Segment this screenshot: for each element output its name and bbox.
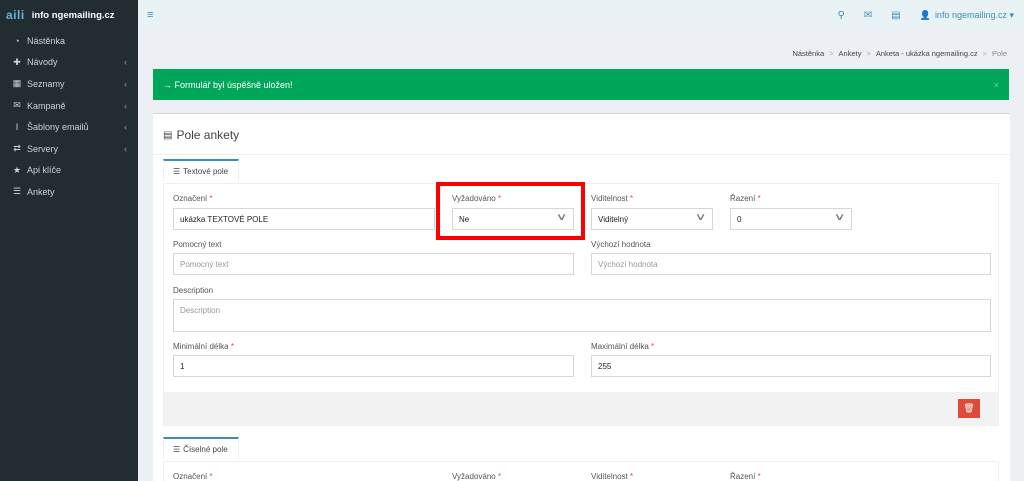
sidebar-item-label: Kampaně [27,100,66,111]
envelope-icon: ✉ [13,100,21,111]
menu-toggle-icon[interactable]: ≡ [147,9,153,21]
list-icon: ☰ [12,186,22,197]
envelope-icon[interactable]: ✉ [864,10,872,21]
alert-message: → Formulář byl úspěšně uložen! [163,79,293,90]
chevron-left-icon: ‹ [124,57,127,68]
user-icon: 👤 [919,9,931,20]
max-length-input[interactable]: 255 [591,355,991,377]
sidebar-item-label: Návody [27,57,58,68]
survey-fields-box: ▤ Pole ankety ☰ Textové pole Označení * … [153,113,1010,481]
min-length-input[interactable]: 1 [173,355,574,377]
box-title: ▤ Pole ankety [163,128,239,142]
tab-label: Číselné pole [183,444,228,454]
app-logo[interactable]: aili info ngemailing.cz [0,0,138,30]
breadcrumb-item[interactable]: Ankety [839,49,862,58]
sidebar: aili info ngemailing.cz ◔ Nástěnka ✚ Návody… [0,0,138,481]
razeni-select[interactable]: 0 ∨ [730,208,852,230]
breadcrumb-separator: > [982,49,987,58]
highlight-annotation [436,182,585,240]
breadcrumb-item[interactable]: Anketa - ukázka ngemailing.cz [876,49,978,58]
sidebar-item-label: Servery [27,143,59,154]
label-max-length: Maximální délka * [591,342,655,351]
breadcrumb: Nástěnka > Ankety > Anketa - ukázka ngem… [792,49,1007,58]
search-icon[interactable]: ⚲ [838,10,845,21]
text-cursor-icon: I [15,122,19,133]
label-oznaceni: Označení * [173,472,213,481]
success-alert: → Formulář byl úspěšně uložen! × [153,69,1009,100]
label-razeni: Řazení * [730,472,761,481]
sidebar-item-label: Ankety [27,186,55,197]
label-razeni: Řazení * [730,194,761,203]
list-alt-icon: ▤ [163,129,173,141]
list-icon: ▦ [12,78,22,89]
label-viditelnost: Viditelnost * [591,194,634,203]
description-textarea[interactable]: Description [173,299,991,332]
dashboard-icon: ◔ [14,35,20,46]
breadcrumb-item[interactable]: Nástěnka [792,49,824,58]
label-vyzadovano: Vyžadováno * [452,472,502,481]
sidebar-item-label: Seznamy [27,78,65,89]
exchange-icon: ⇄ [13,143,21,154]
label-description: Description [173,286,214,295]
chevron-down-icon: ∨ [694,212,707,223]
sidebar-item-label: Api klíče [27,165,62,176]
list-icon: ☰ [173,166,181,176]
user-menu[interactable]: 👤 info ngemailing.cz ▾ [920,10,1014,21]
label-oznaceni: Označení * [173,194,213,203]
breadcrumb-separator: > [866,49,871,58]
logo-mark: aili [6,8,25,22]
id-card-icon[interactable]: ▤ [891,10,900,21]
sidebar-item[interactable]: ✚ Návody ‹ [0,52,138,74]
chevron-left-icon: ‹ [124,122,127,133]
sidebar-item[interactable]: ☰ Ankety [0,181,138,203]
chevron-left-icon: ‹ [124,143,127,154]
tab-label: Textové pole [183,166,229,176]
pomocny-text-input[interactable]: Pomocný text [173,253,574,275]
oznaceni-input[interactable]: ukázka TEXTOVÉ POLE [173,208,435,230]
help-icon: ✚ [13,56,21,67]
breadcrumb-current: Pole [991,49,1007,58]
tab-text-field[interactable]: ☰ Textové pole [163,159,240,181]
label-pomocny-text: Pomocný text [173,240,222,249]
sidebar-menu: ◔ Nástěnka ✚ Návody ‹ ▦ Seznamy ‹ ✉ Kampaně ‹ I Šabl… [0,30,138,203]
trash-icon: 🗑 [963,403,975,413]
logo-text: info ngemailing.cz [31,9,115,21]
close-icon[interactable]: × [994,80,999,90]
user-menu-label: info ngemailing.cz ▾ [934,9,1014,20]
sidebar-item[interactable]: ✉ Kampaně ‹ [0,95,138,117]
number-field-panel: Označení * Vyžadováno * Viditelnost * Řa… [163,461,999,481]
breadcrumb-separator: > [829,49,834,58]
sidebar-item[interactable]: ▦ Seznamy ‹ [0,73,138,95]
label-vychozi-hodnota: Výchozí hodnota [591,240,651,249]
list-icon: ☰ [173,444,181,454]
viditelnost-select[interactable]: Viditelný ∨ [591,208,713,230]
chevron-left-icon: ‹ [124,100,127,111]
sidebar-item[interactable]: ⇄ Servery ‹ [0,138,138,160]
panel-footer: 🗑 [164,392,998,425]
box-title-text: Pole ankety [176,128,240,142]
divider [153,154,1010,155]
sidebar-item-label: Šablony emailů [27,122,89,133]
chevron-down-icon: ∨ [833,212,846,223]
tab-number-field[interactable]: ☰ Číselné pole [163,437,239,459]
topbar: ≡ ⚲ ✉ ▤ 👤 info ngemailing.cz ▾ [138,0,1024,30]
label-viditelnost: Viditelnost * [591,472,634,481]
sidebar-item-label: Nástěnka [27,35,66,46]
sidebar-item[interactable]: ★ Api klíče [0,160,138,182]
sidebar-item[interactable]: ◔ Nástěnka [0,30,138,52]
label-min-length: Minimální délka * [173,342,234,351]
delete-button[interactable]: 🗑 [958,399,980,418]
vychozi-hodnota-input[interactable]: Výchozí hodnota [591,253,991,275]
chevron-left-icon: ‹ [124,78,127,89]
star-icon: ★ [12,164,22,175]
sidebar-item[interactable]: I Šablony emailů ‹ [0,116,138,138]
